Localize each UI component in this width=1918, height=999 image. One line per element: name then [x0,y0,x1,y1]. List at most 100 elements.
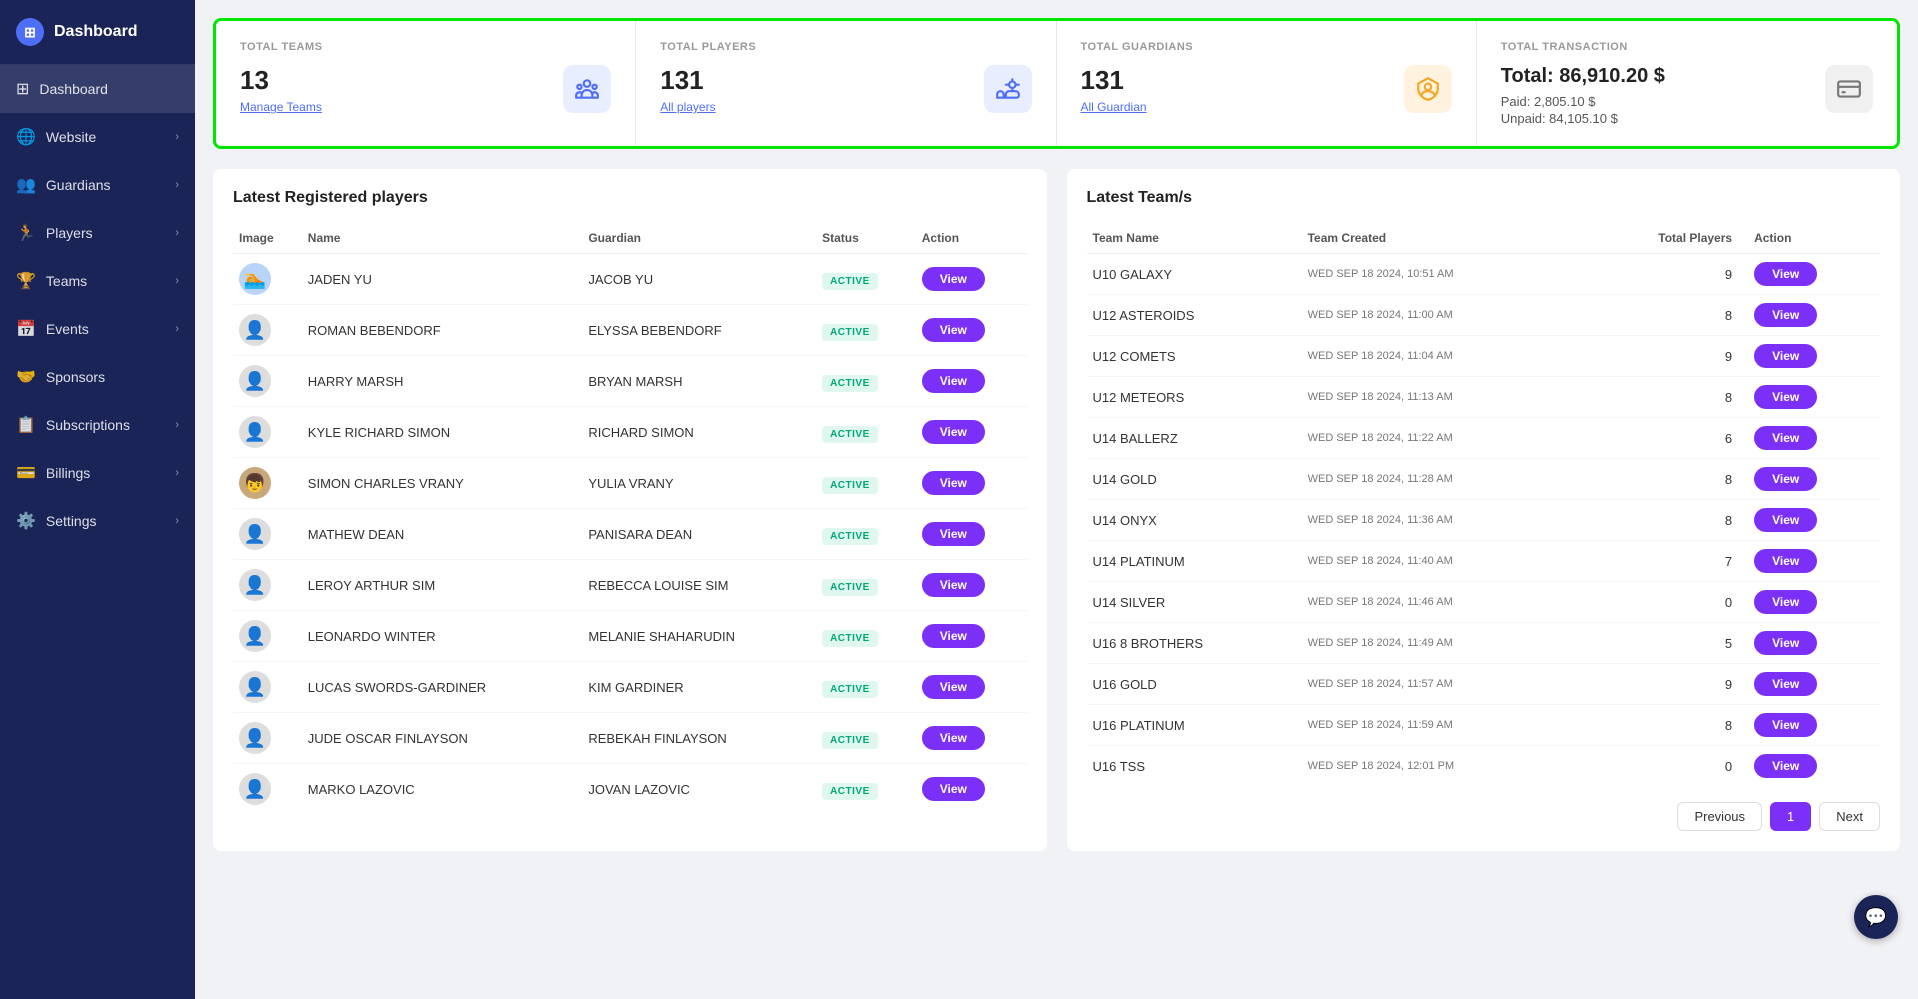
table-row: U16 GOLDWED SEP 18 2024, 11:57 AM9View [1087,664,1881,705]
manage-teams-link[interactable]: Manage Teams [240,100,322,114]
view-player-button[interactable]: View [922,726,985,750]
table-row: U14 PLATINUMWED SEP 18 2024, 11:40 AM7Vi… [1087,541,1881,582]
player-action: View [916,509,1027,560]
all-guardian-link[interactable]: All Guardian [1081,100,1147,114]
sidebar-item-website[interactable]: 🌐 Website › [0,113,195,161]
team-total-players: 8 [1580,459,1748,500]
table-row: 👤LUCAS SWORDS-GARDINERKIM GARDINERACTIVE… [233,662,1027,713]
view-player-button[interactable]: View [922,573,985,597]
view-team-button[interactable]: View [1754,713,1817,737]
table-row: U12 COMETSWED SEP 18 2024, 11:04 AM9View [1087,336,1881,377]
previous-button[interactable]: Previous [1677,802,1762,831]
view-team-button[interactable]: View [1754,467,1817,491]
team-action: View [1748,336,1880,377]
sidebar-item-players[interactable]: 🏃 Players › [0,209,195,257]
view-player-button[interactable]: View [922,624,985,648]
player-action: View [916,764,1027,815]
player-guardian: PANISARA DEAN [582,509,816,560]
table-row: 👤MARKO LAZOVICJOVAN LAZOVICACTIVEView [233,764,1027,815]
view-team-button[interactable]: View [1754,426,1817,450]
players-icon-box [984,65,1032,113]
player-status: ACTIVE [816,305,916,356]
guardians-icon [1415,76,1441,102]
sidebar-item-settings[interactable]: ⚙️ Settings › [0,497,195,545]
view-player-button[interactable]: View [922,777,985,801]
sidebar-item-teams[interactable]: 🏆 Teams › [0,257,195,305]
sidebar-item-left: 🌐 Website [16,127,96,147]
sidebar-item-events[interactable]: 📅 Events › [0,305,195,353]
chevron-icon-teams: › [175,275,179,287]
player-guardian: REBEKAH FINLAYSON [582,713,816,764]
view-player-button[interactable]: View [922,522,985,546]
players-col-status: Status [816,223,916,254]
teams-table: Team NameTeam CreatedTotal PlayersAction… [1087,223,1881,786]
chevron-icon-website: › [175,131,179,143]
transaction-icon-box [1825,65,1873,113]
chevron-icon-settings: › [175,515,179,527]
logo-icon: ⊞ [16,18,44,46]
player-avatar-cell: 👤 [233,356,302,407]
team-created: WED SEP 18 2024, 11:46 AM [1302,582,1580,623]
sidebar-label-events: Events [46,321,89,337]
team-total-players: 7 [1580,541,1748,582]
player-action: View [916,305,1027,356]
view-team-button[interactable]: View [1754,549,1817,573]
view-team-button[interactable]: View [1754,262,1817,286]
avatar: 🏊 [239,263,271,295]
stat-transaction-label: TOTAL TRANSACTION [1501,41,1873,53]
sidebar-item-subscriptions[interactable]: 📋 Subscriptions › [0,401,195,449]
all-players-link[interactable]: All players [660,100,715,114]
sidebar-item-billings[interactable]: 💳 Billings › [0,449,195,497]
player-guardian: KIM GARDINER [582,662,816,713]
player-name: LEROY ARTHUR SIM [302,560,583,611]
player-action: View [916,713,1027,764]
view-team-button[interactable]: View [1754,385,1817,409]
chat-fab[interactable]: 💬 [1854,895,1898,939]
sponsors-icon: 🤝 [16,367,36,387]
avatar: 👤 [239,773,271,805]
status-badge: ACTIVE [822,528,878,545]
player-avatar-cell: 🏊 [233,254,302,305]
player-avatar-cell: 👤 [233,764,302,815]
view-player-button[interactable]: View [922,420,985,444]
player-name: MATHEW DEAN [302,509,583,560]
guardians-icon: 👥 [16,175,36,195]
view-team-button[interactable]: View [1754,303,1817,327]
next-button[interactable]: Next [1819,802,1880,831]
avatar: 👤 [239,518,271,550]
transaction-total: Total: 86,910.20 $ [1501,65,1825,88]
team-total-players: 9 [1580,254,1748,295]
view-player-button[interactable]: View [922,369,985,393]
sidebar-item-guardians[interactable]: 👥 Guardians › [0,161,195,209]
player-action: View [916,662,1027,713]
sidebar-item-left: 🏃 Players [16,223,93,243]
team-action: View [1748,746,1880,787]
view-team-button[interactable]: View [1754,344,1817,368]
transaction-unpaid: Unpaid: 84,105.10 $ [1501,111,1825,126]
table-row: U10 GALAXYWED SEP 18 2024, 10:51 AM9View [1087,254,1881,295]
chevron-icon-billings: › [175,467,179,479]
status-badge: ACTIVE [822,630,878,647]
view-team-button[interactable]: View [1754,672,1817,696]
team-total-players: 6 [1580,418,1748,459]
page-1-button[interactable]: 1 [1770,802,1811,831]
player-guardian: MELANIE SHAHARUDIN [582,611,816,662]
transaction-icon [1836,76,1862,102]
sidebar-item-dashboard[interactable]: ⊞ Dashboard [0,65,195,113]
view-player-button[interactable]: View [922,318,985,342]
player-action: View [916,254,1027,305]
team-name: U14 GOLD [1087,459,1302,500]
view-team-button[interactable]: View [1754,631,1817,655]
view-player-button[interactable]: View [922,675,985,699]
view-team-button[interactable]: View [1754,508,1817,532]
players-col-action: Action [916,223,1027,254]
table-row: U12 ASTEROIDSWED SEP 18 2024, 11:00 AM8V… [1087,295,1881,336]
view-player-button[interactable]: View [922,267,985,291]
view-player-button[interactable]: View [922,471,985,495]
view-team-button[interactable]: View [1754,590,1817,614]
team-action: View [1748,295,1880,336]
teams-panel-title: Latest Team/s [1087,189,1881,207]
team-total-players: 0 [1580,582,1748,623]
sidebar-item-sponsors[interactable]: 🤝 Sponsors [0,353,195,401]
view-team-button[interactable]: View [1754,754,1817,778]
